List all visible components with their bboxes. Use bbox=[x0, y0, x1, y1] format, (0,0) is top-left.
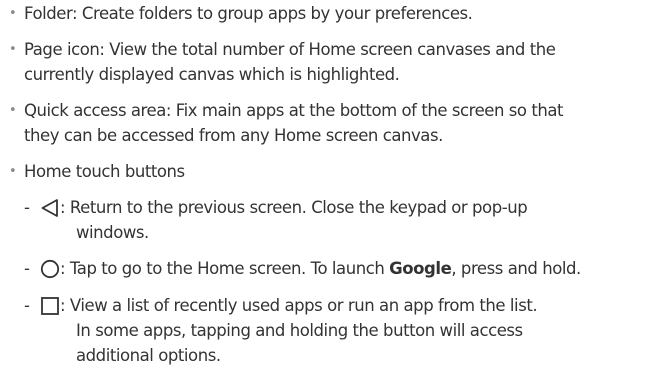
bullet-marker: • bbox=[9, 42, 17, 57]
home-circle-icon bbox=[40, 259, 60, 279]
bullet-marker: • bbox=[9, 103, 17, 118]
recents-button-description-line3: additional options. bbox=[76, 346, 221, 365]
sub-bullet-dash: - bbox=[24, 296, 30, 315]
sub-bullet-dash: - bbox=[24, 259, 30, 278]
home-desc-suffix: , press and hold. bbox=[451, 259, 581, 278]
bullet-home-touch-buttons-text: Home touch buttons bbox=[24, 162, 185, 181]
recents-square-icon bbox=[41, 297, 59, 315]
bullet-quick-access-text-line2: they can be accessed from any Home scree… bbox=[24, 126, 443, 145]
home-button-description: : Tap to go to the Home screen. To launc… bbox=[60, 259, 581, 279]
bullet-marker: • bbox=[9, 164, 17, 179]
google-bold-label: Google bbox=[389, 259, 452, 278]
recents-button-description-line1: : View a list of recently used apps or r… bbox=[60, 296, 538, 315]
back-button-description-line2: windows. bbox=[76, 223, 149, 242]
bullet-quick-access-text-line1: Quick access area: Fix main apps at the … bbox=[24, 101, 564, 120]
home-desc-prefix: : Tap to go to the Home screen. To launc… bbox=[60, 259, 390, 278]
sub-bullet-dash: - bbox=[24, 198, 30, 217]
bullet-page-icon-text-line1: Page icon: View the total number of Home… bbox=[24, 40, 556, 59]
recents-button-description-line2: In some apps, tapping and holding the bu… bbox=[76, 321, 523, 340]
bullet-marker: • bbox=[9, 6, 17, 21]
bullet-folder-text: Folder: Create folders to group apps by … bbox=[24, 4, 473, 23]
back-triangle-icon bbox=[41, 199, 58, 217]
bullet-page-icon-text-line2: currently displayed canvas which is high… bbox=[24, 65, 400, 84]
back-button-description-line1: : Return to the previous screen. Close t… bbox=[60, 198, 528, 217]
